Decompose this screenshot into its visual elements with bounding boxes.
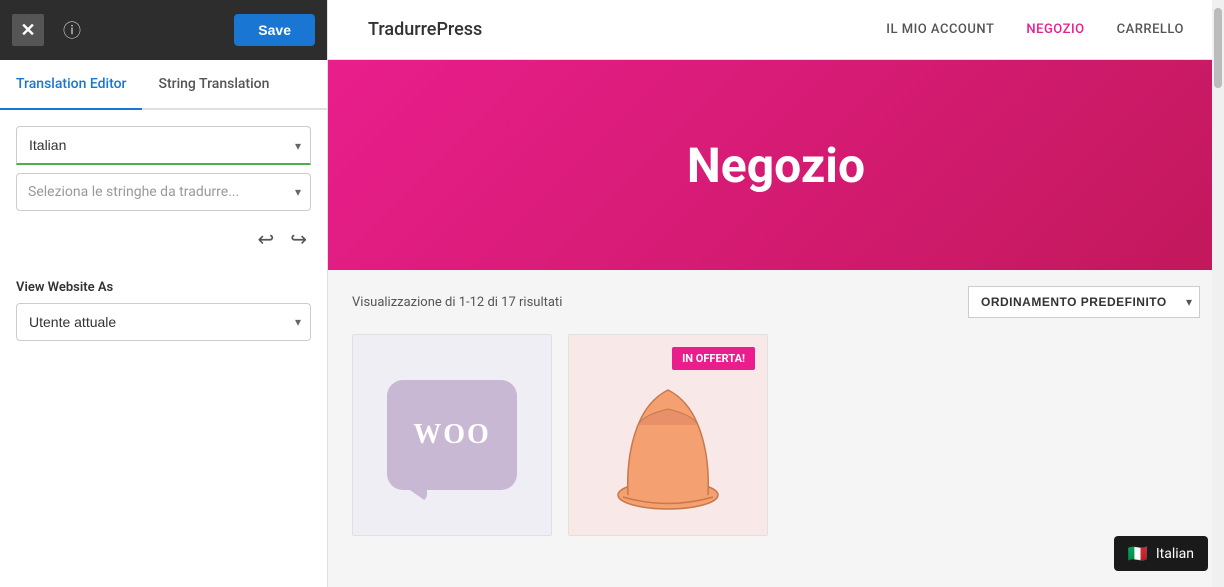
hero-title: Negozio (687, 137, 865, 194)
close-button[interactable]: ✕ (12, 14, 44, 46)
products-area: Visualizzazione di 1-12 di 17 risultati … (328, 270, 1224, 587)
redo-button[interactable]: ↪ (286, 223, 311, 256)
tab-translation-editor[interactable]: Translation Editor (0, 60, 142, 110)
top-bar: ✕ ⓘ Save (0, 0, 327, 60)
products-toolbar: Visualizzazione di 1-12 di 17 risultati … (352, 286, 1200, 318)
view-as-dropdown-wrapper: Utente attuale Administrator ▾ (16, 303, 311, 341)
undo-redo-toolbar: ↩ ↪ (16, 223, 311, 256)
info-icon: ⓘ (63, 17, 81, 43)
nav-link-negozio[interactable]: NEGOZIO (1026, 22, 1084, 37)
view-website-as-label: View Website As (16, 280, 311, 295)
strings-select[interactable] (16, 173, 311, 211)
sort-select[interactable]: ORDINAMENTO PREDEFINITO (968, 286, 1200, 318)
nav-link-carrello[interactable]: CARRELLO (1117, 22, 1184, 37)
flag-icon: 🇮🇹 (1128, 544, 1148, 563)
tab-string-translation[interactable]: String Translation (142, 60, 285, 110)
product-cards: WOO IN OFFERTA! (352, 334, 1200, 536)
language-select[interactable]: Italian English French (16, 126, 311, 165)
sort-dropdown-wrapper: ORDINAMENTO PREDEFINITO ▾ (968, 286, 1200, 318)
left-panel: ✕ ⓘ Save Translation Editor String Trans… (0, 0, 328, 587)
undo-icon: ↩ (257, 227, 274, 252)
save-button[interactable]: Save (234, 14, 315, 46)
hat-svg (608, 365, 728, 535)
language-indicator-label: Italian (1156, 546, 1194, 562)
language-indicator[interactable]: 🇮🇹 Italian (1114, 536, 1208, 571)
scrollbar[interactable] (1212, 0, 1224, 587)
panel-content: Italian English French ▾ ▾ Seleziona le … (0, 110, 327, 587)
strings-dropdown-wrapper: ▾ Seleziona le stringhe da tradurre... (16, 173, 311, 211)
site-header: TradurrePress IL MIO ACCOUNT NEGOZIO CAR… (328, 0, 1224, 60)
site-logo: TradurrePress (368, 19, 482, 40)
undo-button[interactable]: ↩ (253, 223, 278, 256)
results-count: Visualizzazione di 1-12 di 17 risultati (352, 295, 562, 310)
nav-link-account[interactable]: IL MIO ACCOUNT (886, 22, 994, 37)
product-card-woo[interactable]: WOO (352, 334, 552, 536)
language-dropdown-wrapper: Italian English French ▾ (16, 126, 311, 165)
hero-section: Negozio (328, 60, 1224, 270)
product-card-woo-image: WOO (353, 335, 551, 535)
close-icon: ✕ (20, 20, 35, 41)
site-nav: IL MIO ACCOUNT NEGOZIO CARRELLO (886, 22, 1184, 37)
redo-icon: ↪ (290, 227, 307, 252)
view-as-select[interactable]: Utente attuale Administrator (16, 303, 311, 341)
info-button[interactable]: ⓘ (56, 14, 88, 46)
woo-logo: WOO (387, 380, 517, 490)
scrollbar-thumb[interactable] (1214, 8, 1222, 88)
preview-area: TradurrePress IL MIO ACCOUNT NEGOZIO CAR… (328, 0, 1224, 587)
product-card-hat[interactable]: IN OFFERTA! (568, 334, 768, 536)
badge-offerta: IN OFFERTA! (672, 347, 755, 370)
tabs-bar: Translation Editor String Translation (0, 60, 327, 110)
woo-text: WOO (413, 419, 491, 451)
view-website-as-section: View Website As Utente attuale Administr… (16, 272, 311, 341)
